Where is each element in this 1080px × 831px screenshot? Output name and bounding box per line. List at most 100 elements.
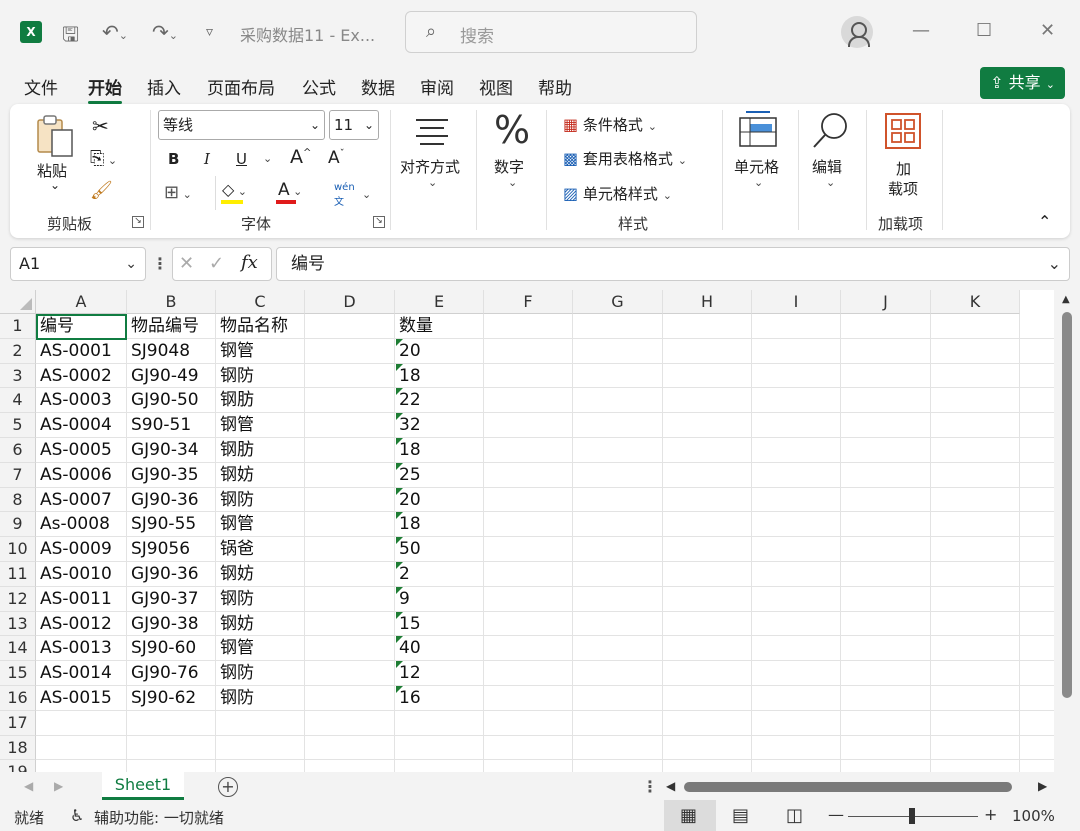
cell-id[interactable]: AS-0003 (36, 388, 112, 413)
cell-id[interactable]: AS-0007 (36, 488, 112, 513)
minimize-icon[interactable]: — (912, 20, 930, 41)
row-header-5[interactable]: 5 (0, 413, 36, 438)
column-header-e[interactable]: E (395, 290, 484, 314)
maximize-icon[interactable]: ☐ (976, 20, 992, 41)
chevron-down-icon[interactable]: ⌄ (263, 152, 272, 165)
cell-item-name[interactable]: 钢妨 (216, 562, 254, 587)
number-as-text-indicator-icon[interactable] (396, 388, 403, 396)
add-sheet-button[interactable]: + (218, 777, 238, 797)
normal-view-icon[interactable]: ▦ (680, 805, 697, 826)
column-header-i[interactable]: I (752, 290, 841, 314)
row-header-2[interactable]: 2 (0, 338, 36, 364)
bold-button[interactable]: B (168, 150, 179, 168)
tab-file[interactable]: 文件 (24, 74, 58, 99)
number-as-text-indicator-icon[interactable] (396, 686, 403, 693)
cell-id[interactable]: AS-0005 (36, 438, 112, 463)
sheet-tab-sheet1[interactable]: Sheet1 (102, 772, 184, 800)
cell-styles-button[interactable]: ▨ 单元格样式 ⌄ (563, 183, 672, 204)
number-as-text-indicator-icon[interactable] (396, 438, 403, 445)
cell-item-name[interactable]: 钢防 (216, 488, 254, 513)
column-header-d[interactable]: D (305, 290, 395, 314)
column-header-b[interactable]: B (127, 290, 216, 314)
vertical-scroll-thumb[interactable] (1062, 312, 1072, 698)
cell-id[interactable]: AS-0013 (36, 636, 112, 661)
copy-icon[interactable]: ⎘ ⌄ (90, 148, 117, 169)
cell-item-name[interactable]: 钢防 (216, 686, 254, 711)
underline-button[interactable]: U (236, 150, 247, 168)
chevron-down-icon[interactable]: ⌄ (362, 188, 371, 201)
phonetic-icon[interactable]: wén 文 (334, 182, 355, 208)
cell-item-name[interactable]: 钢管 (216, 339, 254, 364)
row-header-10[interactable]: 10 (0, 537, 36, 562)
row-header-15[interactable]: 15 (0, 661, 36, 686)
cell-item-code[interactable]: GJ90-34 (127, 438, 199, 463)
number-as-text-indicator-icon[interactable] (396, 537, 403, 545)
cell-item-code[interactable]: GJ90-50 (127, 388, 199, 413)
next-sheet-icon[interactable]: ▶ (54, 779, 63, 793)
cell-item-code[interactable]: SJ9048 (127, 339, 190, 364)
worksheet-grid[interactable]: ABCDEFGHIJK 1 2 3 4 5 6 7 8 9 10 11 12 13 14 15 16 17 18 1… (0, 290, 1080, 772)
cell-item-name[interactable]: 钢管 (216, 512, 254, 537)
share-button[interactable]: ⇪ 共享 ⌄ (980, 67, 1065, 99)
page-break-view-icon[interactable]: ◫ (786, 805, 803, 826)
cell-id[interactable]: AS-0001 (36, 339, 112, 364)
number-as-text-indicator-icon[interactable] (396, 586, 403, 594)
insert-function-icon[interactable]: fx (241, 252, 258, 273)
cell-id[interactable]: AS-0009 (36, 537, 112, 562)
horizontal-scroll-thumb[interactable] (684, 782, 1012, 792)
fill-color-icon[interactable]: ◇ ⌄ (222, 180, 247, 199)
number-as-text-indicator-icon[interactable] (396, 338, 403, 346)
borders-icon[interactable]: ⊞ ⌄ (164, 182, 192, 203)
tab-view[interactable]: 视图 (479, 74, 513, 99)
shrink-font-button[interactable]: Aˇ (328, 148, 345, 168)
prev-sheet-icon[interactable]: ◀ (24, 779, 33, 793)
number-as-text-indicator-icon[interactable] (396, 487, 403, 495)
chevron-down-icon[interactable]: ⌄ (508, 176, 517, 189)
accessibility-status[interactable]: 辅助功能: 一切就绪 (94, 807, 224, 828)
customize-quick-access-icon[interactable]: ▿ (206, 24, 213, 40)
number-as-text-indicator-icon[interactable] (396, 462, 403, 470)
chevron-down-icon[interactable]: ⌄ (754, 176, 763, 189)
column-header-h[interactable]: H (663, 290, 752, 314)
header-cell[interactable]: 物品编号 (127, 314, 199, 339)
cell-id[interactable]: AS-0012 (36, 612, 112, 637)
row-header-11[interactable]: 11 (0, 562, 36, 587)
cell-item-name[interactable]: 钢妨 (216, 612, 254, 637)
enter-icon[interactable]: ✓ (209, 253, 224, 274)
cell-item-code[interactable]: S90-51 (127, 413, 191, 438)
cell-id[interactable]: AS-0014 (36, 661, 112, 686)
clipboard-launcher-icon[interactable]: ↘ (132, 216, 144, 228)
cell-id[interactable]: AS-0015 (36, 686, 112, 711)
italic-button[interactable]: I (204, 150, 210, 168)
cell-item-code[interactable]: SJ90-55 (127, 512, 196, 537)
cancel-icon[interactable]: ✕ (179, 253, 194, 274)
cell-item-name[interactable]: 钢管 (216, 636, 254, 661)
row-header-1[interactable]: 1 (0, 314, 36, 339)
row-header-16[interactable]: 16 (0, 686, 36, 711)
page-layout-view-icon[interactable]: ▤ (732, 805, 749, 826)
cell-item-name[interactable]: 钢肪 (216, 438, 254, 463)
chevron-down-icon[interactable]: ⌄ (826, 176, 835, 189)
percent-icon[interactable]: % (494, 108, 530, 152)
cell-item-code[interactable]: GJ90-36 (127, 562, 199, 587)
row-header-7[interactable]: 7 (0, 462, 36, 488)
header-cell[interactable]: 数量 (395, 314, 433, 339)
tab-home[interactable]: 开始 (88, 74, 122, 104)
number-as-text-indicator-icon[interactable] (396, 413, 403, 421)
font-launcher-icon[interactable]: ↘ (373, 216, 385, 228)
row-header-9[interactable]: 9 (0, 512, 36, 538)
row-header-19[interactable]: 19 (0, 760, 36, 772)
cell-item-name[interactable]: 钢肪 (216, 388, 254, 413)
add-ins-icon[interactable] (884, 112, 922, 154)
cell-id[interactable]: AS-0010 (36, 562, 112, 587)
select-all-corner[interactable] (0, 290, 36, 314)
zoom-slider-thumb[interactable] (909, 808, 915, 824)
format-as-table-button[interactable]: ▩ 套用表格格式 ⌄ (563, 148, 687, 169)
cell-id[interactable]: AS-0006 (36, 463, 112, 488)
font-name-select[interactable]: 等线 ⌄ (158, 110, 325, 140)
row-header-18[interactable]: 18 (0, 735, 36, 761)
number-as-text-indicator-icon[interactable] (396, 611, 403, 619)
tab-splitter-icon[interactable]: ⋮ (642, 777, 658, 796)
cell-item-code[interactable]: SJ9056 (127, 537, 190, 562)
column-header-g[interactable]: G (573, 290, 663, 314)
